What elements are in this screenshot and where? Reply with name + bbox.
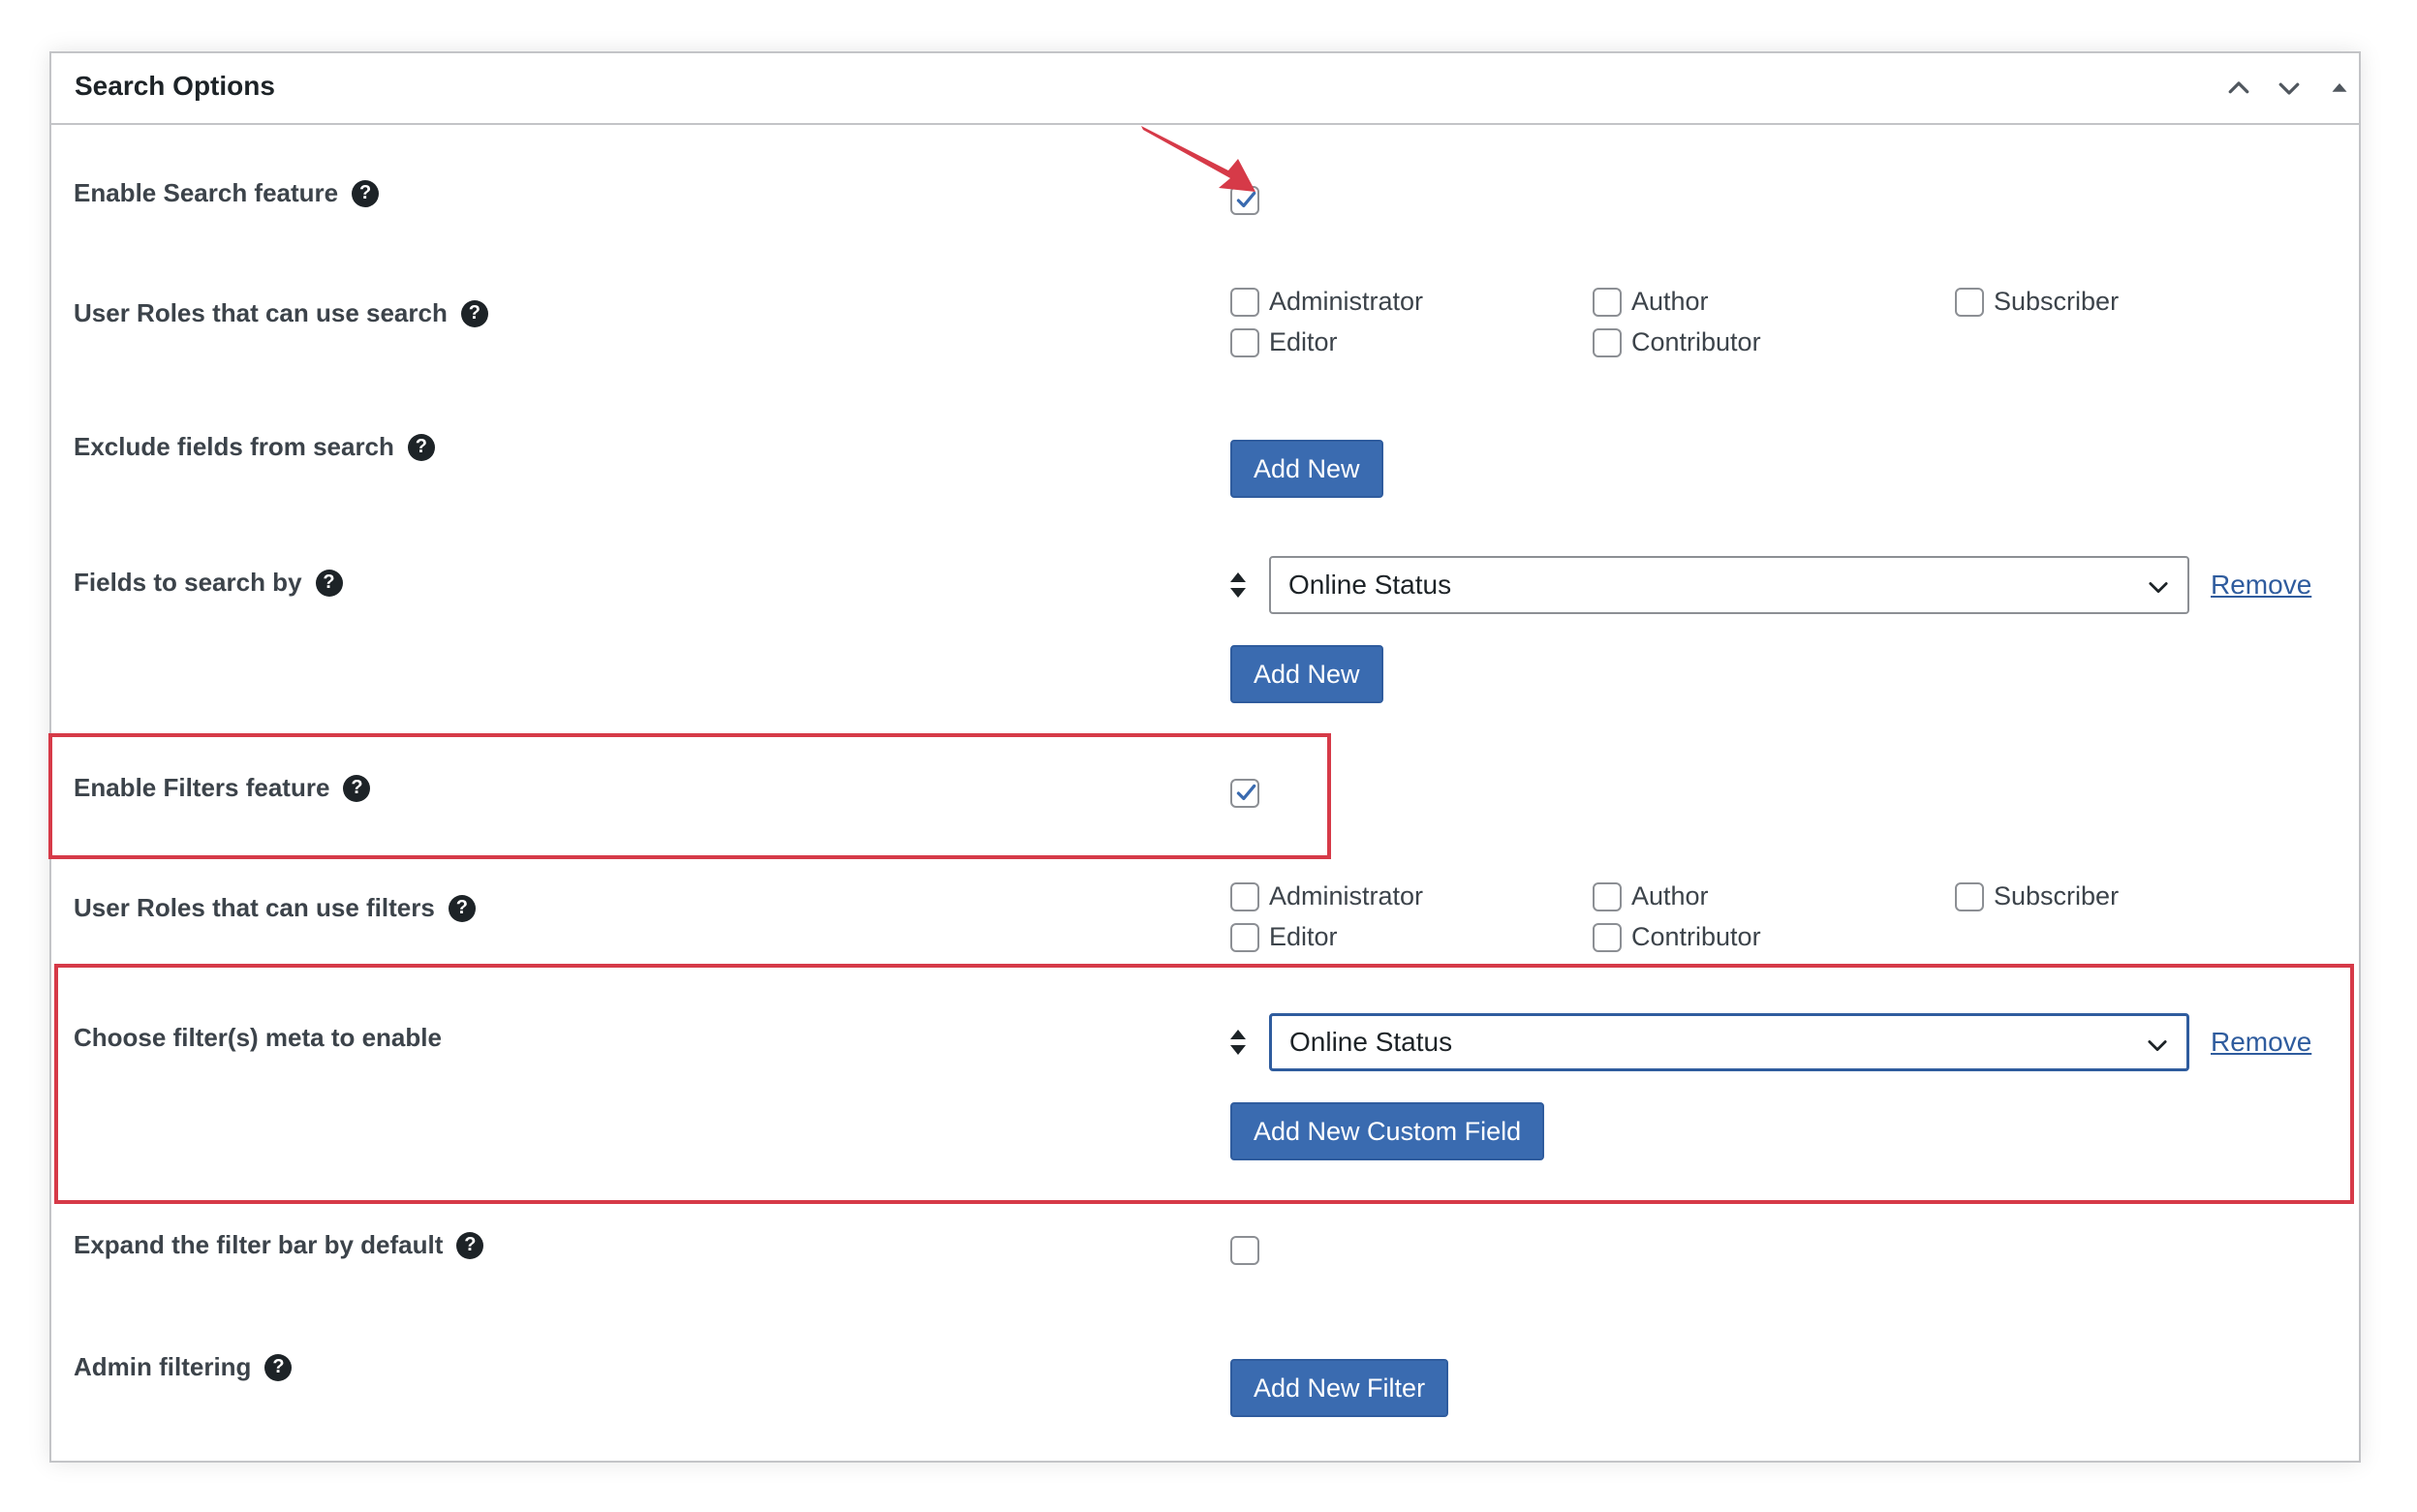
role-search-author[interactable]: Author <box>1593 287 1709 317</box>
checkbox[interactable] <box>1955 287 1984 317</box>
add-new-custom-field-button[interactable]: Add New Custom Field <box>1230 1102 1545 1160</box>
move-up-button[interactable] <box>2221 71 2256 106</box>
fields-search-add-new-button[interactable]: Add New <box>1230 645 1383 703</box>
checkbox[interactable] <box>1593 327 1622 357</box>
role-filter-administrator[interactable]: Administrator <box>1230 881 1423 911</box>
admin-filtering-label: Admin filtering ? <box>74 1352 293 1382</box>
triangle-up-icon <box>2332 83 2347 92</box>
chevron-down-icon <box>2148 1040 2167 1052</box>
help-icon[interactable]: ? <box>456 1231 484 1259</box>
fields-search-remove-link[interactable]: Remove <box>2211 570 2311 601</box>
expand-filter-label: Expand the filter bar by default ? <box>74 1230 484 1260</box>
role-filter-editor[interactable]: Editor <box>1230 922 1338 952</box>
exclude-fields-label: Exclude fields from search ? <box>74 432 435 462</box>
help-icon[interactable]: ? <box>460 299 488 327</box>
role-filter-author[interactable]: Author <box>1593 881 1709 911</box>
expand-filter-checkbox[interactable] <box>1230 1236 1259 1265</box>
role-search-administrator[interactable]: Administrator <box>1230 287 1423 317</box>
enable-search-label: Enable Search feature ? <box>74 178 380 208</box>
move-down-button[interactable] <box>2272 71 2307 106</box>
checkbox[interactable] <box>1955 881 1984 911</box>
roles-search-label: User Roles that can use search ? <box>74 298 488 328</box>
fields-search-label: Fields to search by ? <box>74 568 343 598</box>
help-icon[interactable]: ? <box>448 894 476 922</box>
panel-header: Search Options <box>51 53 2359 125</box>
help-icon[interactable]: ? <box>352 179 380 207</box>
role-filter-subscriber[interactable]: Subscriber <box>1955 881 2119 911</box>
annotation-arrow-icon <box>1141 126 1255 192</box>
drag-sort-icon[interactable] <box>1228 1028 1248 1057</box>
panel-title: Search Options <box>75 71 275 101</box>
role-search-contributor[interactable]: Contributor <box>1593 327 1761 357</box>
filter-meta-select[interactable]: Online Status <box>1269 1013 2189 1071</box>
role-search-editor[interactable]: Editor <box>1230 327 1338 357</box>
roles-filters-label: User Roles that can use filters ? <box>74 893 476 923</box>
checkbox[interactable] <box>1230 327 1259 357</box>
enable-filters-checkbox[interactable] <box>1230 779 1259 808</box>
chevron-down-icon <box>2278 82 2300 95</box>
help-icon[interactable]: ? <box>343 774 371 802</box>
enable-filters-label: Enable Filters feature ? <box>74 773 371 803</box>
checkbox[interactable] <box>1230 881 1259 911</box>
add-new-filter-button[interactable]: Add New Filter <box>1230 1359 1449 1417</box>
drag-sort-icon[interactable] <box>1228 571 1248 600</box>
help-icon[interactable]: ? <box>407 433 435 461</box>
help-icon[interactable]: ? <box>315 569 343 597</box>
role-filter-contributor[interactable]: Contributor <box>1593 922 1761 952</box>
exclude-fields-add-new-button[interactable]: Add New <box>1230 440 1383 498</box>
filter-meta-remove-link[interactable]: Remove <box>2211 1027 2311 1058</box>
toggle-panel-button[interactable] <box>2322 71 2357 106</box>
checkbox[interactable] <box>1230 287 1259 317</box>
help-icon[interactable]: ? <box>264 1353 293 1381</box>
filter-meta-label: Choose filter(s) meta to enable <box>74 1023 442 1052</box>
chevron-down-icon <box>2149 582 2168 594</box>
checkbox[interactable] <box>1593 922 1622 952</box>
chevron-up-icon <box>2228 81 2249 94</box>
checkmark-icon <box>1236 784 1256 801</box>
role-search-subscriber[interactable]: Subscriber <box>1955 287 2119 317</box>
checkbox[interactable] <box>1230 922 1259 952</box>
checkbox[interactable] <box>1593 287 1622 317</box>
checkbox[interactable] <box>1593 881 1622 911</box>
fields-search-select[interactable]: Online Status <box>1269 556 2189 614</box>
